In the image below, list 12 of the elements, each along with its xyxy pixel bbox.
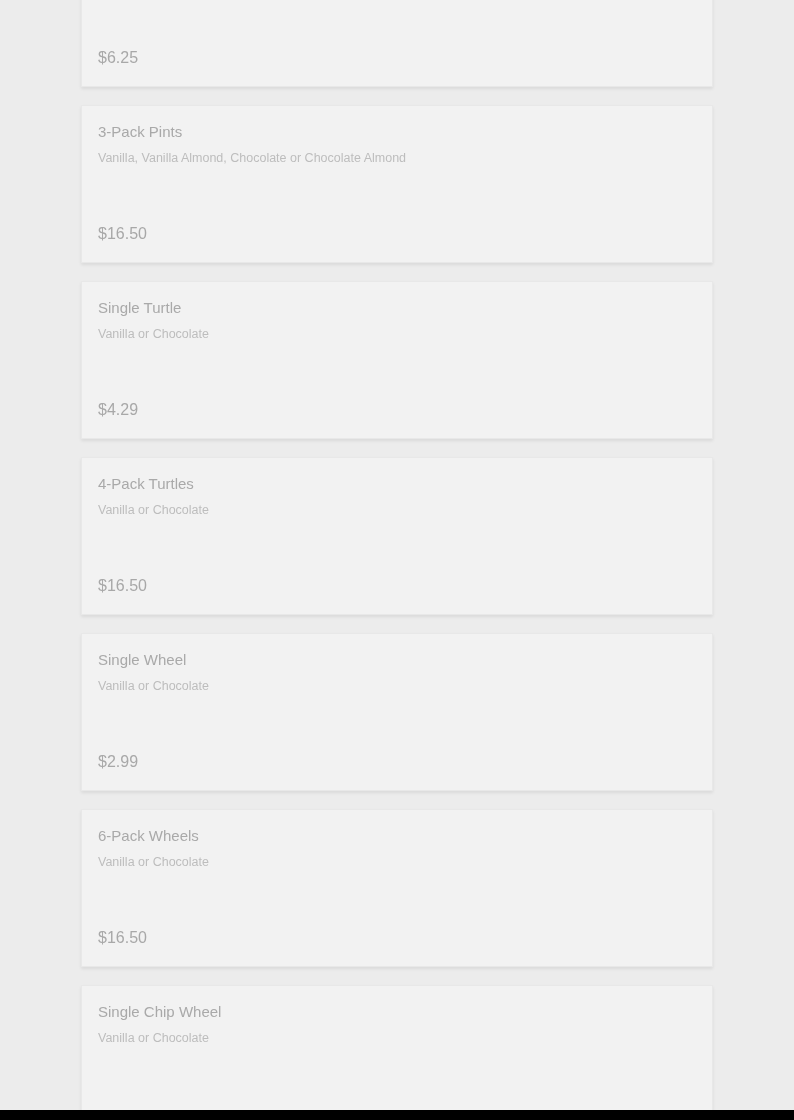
item-price: $16.50 (98, 928, 148, 948)
item-name: Single Wheel (98, 650, 188, 670)
item-price: $16.50 (98, 576, 148, 596)
item-name: 3-Pack Pints (98, 122, 184, 142)
item-price: $4.29 (98, 400, 140, 420)
item-name: Single Chip Wheel (98, 1002, 223, 1022)
item-name: Single Turtle (98, 298, 183, 318)
item-price: $2.99 (98, 752, 140, 772)
item-name: 6-Pack Wheels (98, 826, 200, 846)
item-price: $6.25 (98, 48, 140, 68)
item-price: $16.50 (98, 224, 148, 244)
item-name: 4-Pack Turtles (98, 474, 195, 494)
